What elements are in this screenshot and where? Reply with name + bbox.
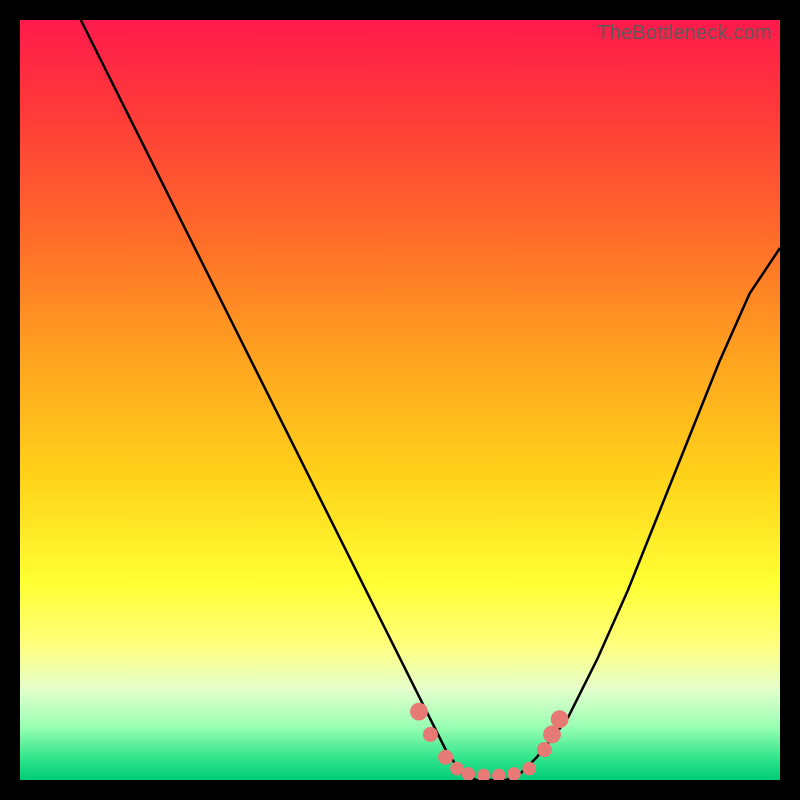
chart-frame: TheBottleneck.com (20, 20, 780, 780)
curve-marker (451, 762, 464, 775)
curve-marker-group (411, 703, 568, 780)
curve-marker (523, 762, 536, 775)
curve-marker (439, 750, 453, 764)
curve-marker (477, 769, 490, 780)
curve-marker (423, 727, 437, 741)
curve-marker (493, 769, 506, 780)
curve-marker (508, 768, 521, 780)
curve-marker (411, 703, 428, 720)
curve-marker (537, 743, 551, 757)
bottleneck-curve-path (81, 20, 780, 780)
bottleneck-chart (20, 20, 780, 780)
curve-marker (544, 726, 561, 743)
curve-marker (462, 768, 475, 780)
curve-marker (551, 711, 568, 728)
